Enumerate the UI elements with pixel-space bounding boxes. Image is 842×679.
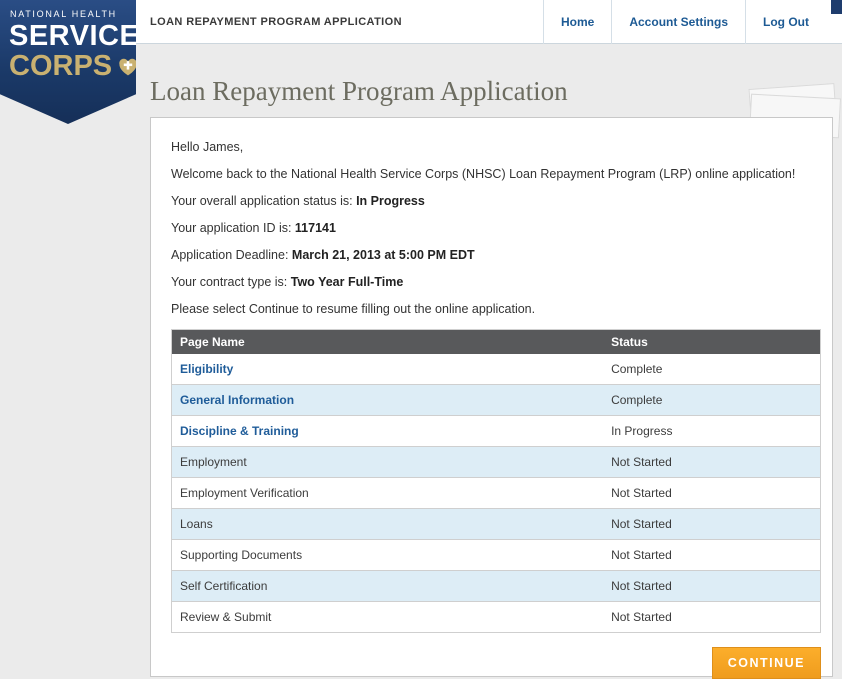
welcome-text: Welcome back to the National Health Serv…: [171, 167, 821, 182]
page-name-self-certification: Self Certification: [180, 579, 267, 593]
page-link-eligibility[interactable]: Eligibility: [180, 362, 233, 376]
page-name-supporting-documents: Supporting Documents: [180, 548, 302, 562]
table-row: Loans Not Started: [172, 509, 821, 540]
application-id-value: 117141: [295, 221, 336, 235]
page-name-review-submit: Review & Submit: [180, 610, 271, 624]
table-row: Employment Not Started: [172, 447, 821, 478]
application-pages-table: Page Name Status Eligibility Complete Ge…: [171, 329, 821, 633]
status-cell: Not Started: [603, 602, 820, 633]
table-row: Review & Submit Not Started: [172, 602, 821, 633]
table-row: General Information Complete: [172, 385, 821, 416]
instruction-text: Please select Continue to resume filling…: [171, 302, 821, 317]
logo-text-service: SERVICE: [9, 22, 136, 51]
page-name-employment-verification: Employment Verification: [180, 486, 309, 500]
deadline-value: March 21, 2013 at 5:00 PM EDT: [292, 248, 475, 262]
page-link-discipline-training[interactable]: Discipline & Training: [180, 424, 299, 438]
overall-status-value: In Progress: [356, 194, 425, 208]
deadline-line: Application Deadline: March 21, 2013 at …: [171, 248, 821, 263]
corner-accent: [831, 0, 842, 14]
page-name-loans: Loans: [180, 517, 213, 531]
application-status-card: Hello James, Welcome back to the Nationa…: [150, 117, 833, 677]
status-cell: Complete: [603, 385, 820, 416]
column-header-status: Status: [603, 330, 820, 355]
logo-text-corps: CORPS: [9, 51, 136, 81]
header-nav: Home Account Settings Log Out: [543, 0, 826, 44]
logo-text-national-health: NATIONAL HEALTH: [10, 9, 136, 19]
table-row: Employment Verification Not Started: [172, 478, 821, 509]
status-cell: Not Started: [603, 478, 820, 509]
table-header-row: Page Name Status: [172, 330, 821, 355]
page-link-general-information[interactable]: General Information: [180, 393, 294, 407]
header-app-title: LOAN REPAYMENT PROGRAM APPLICATION: [150, 0, 402, 44]
status-cell: Not Started: [603, 509, 820, 540]
nhsc-logo: NATIONAL HEALTH SERVICE CORPS: [0, 0, 136, 124]
nav-log-out[interactable]: Log Out: [745, 0, 826, 44]
table-row: Self Certification Not Started: [172, 571, 821, 602]
heart-with-cross-icon: [117, 54, 139, 78]
nav-account-settings[interactable]: Account Settings: [611, 0, 745, 44]
status-cell: Not Started: [603, 447, 820, 478]
page-name-employment: Employment: [180, 455, 247, 469]
status-cell: Complete: [603, 354, 820, 385]
contract-type-value: Two Year Full-Time: [291, 275, 404, 289]
column-header-page-name: Page Name: [172, 330, 604, 355]
application-id-line: Your application ID is: 117141: [171, 221, 821, 236]
continue-button[interactable]: CONTINUE: [712, 647, 821, 679]
greeting-text: Hello James,: [171, 140, 821, 155]
table-row: Eligibility Complete: [172, 354, 821, 385]
status-cell: In Progress: [603, 416, 820, 447]
nav-home[interactable]: Home: [543, 0, 611, 44]
status-cell: Not Started: [603, 571, 820, 602]
overall-status-line: Your overall application status is: In P…: [171, 194, 821, 209]
button-row: CONTINUE: [171, 647, 821, 679]
status-cell: Not Started: [603, 540, 820, 571]
page-title: Loan Repayment Program Application: [150, 76, 568, 107]
contract-type-line: Your contract type is: Two Year Full-Tim…: [171, 275, 821, 290]
table-row: Discipline & Training In Progress: [172, 416, 821, 447]
table-row: Supporting Documents Not Started: [172, 540, 821, 571]
